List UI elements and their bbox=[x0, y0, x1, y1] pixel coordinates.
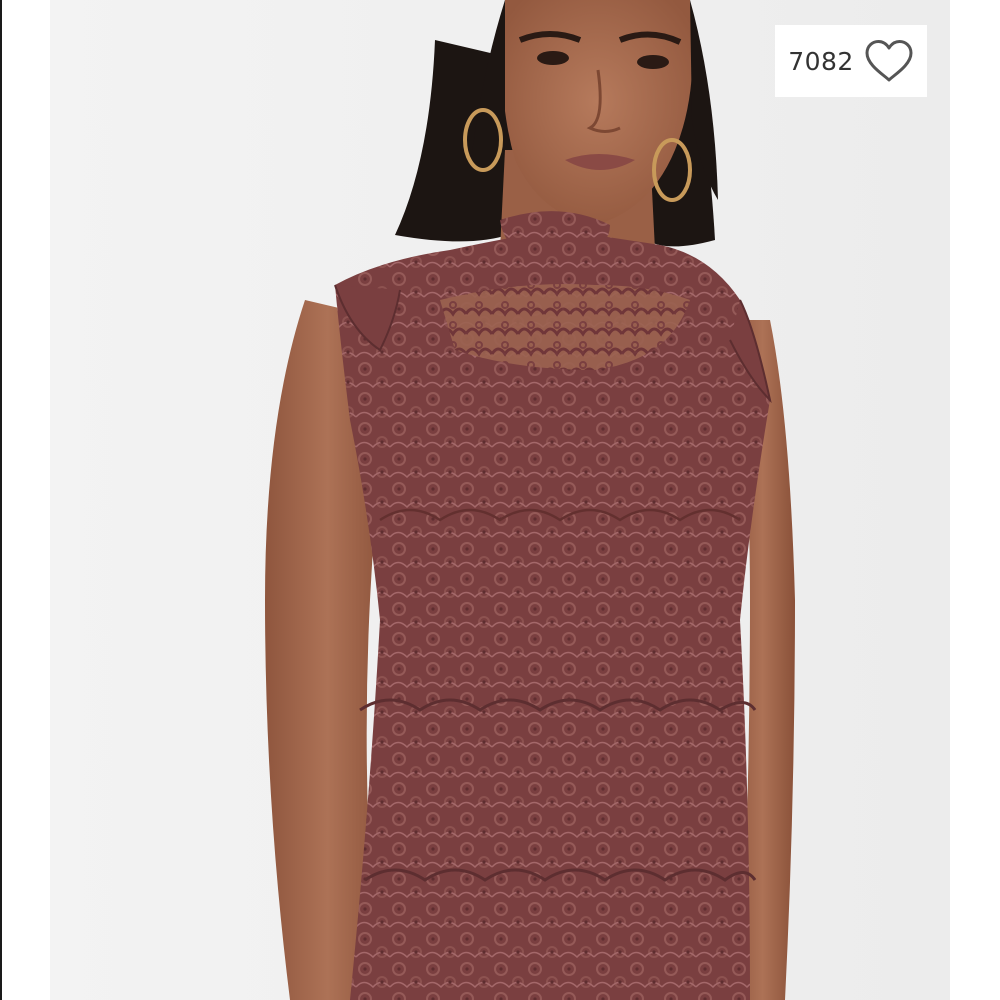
product-photo[interactable] bbox=[50, 0, 950, 1000]
heart-outline-icon bbox=[865, 40, 913, 82]
product-photo-drawing bbox=[50, 0, 950, 1000]
product-image-viewer: 7082 bbox=[0, 0, 1000, 1000]
like-count: 7082 bbox=[788, 46, 854, 76]
frame-edge bbox=[0, 0, 2, 1000]
like-button[interactable]: 7082 bbox=[775, 25, 927, 97]
